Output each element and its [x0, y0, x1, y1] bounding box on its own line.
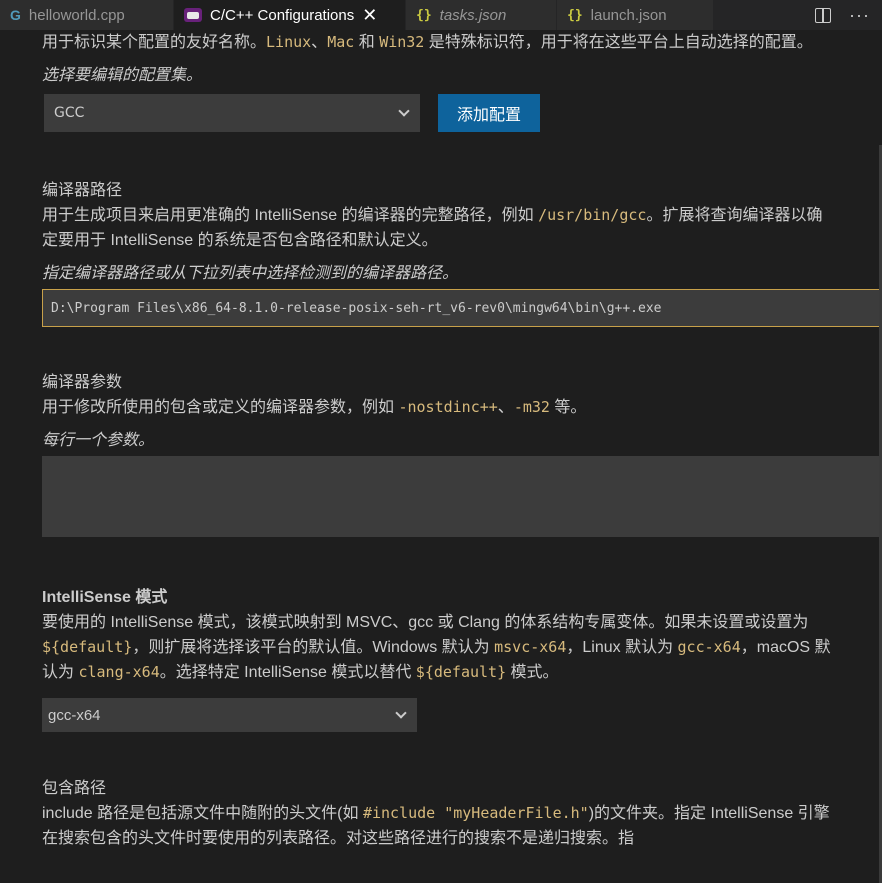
compiler-args-textarea[interactable] [42, 456, 882, 537]
tab-label: tasks.json [439, 6, 507, 24]
intellisense-mode-title: IntelliSense 模式 [42, 589, 168, 606]
tab-label: C/C++ Configurations [210, 6, 355, 24]
tab-label: helloworld.cpp [28, 6, 125, 24]
json-file-icon: {} [567, 7, 583, 23]
chevron-down-icon [395, 707, 407, 719]
include-path-description: include 路径是包括源文件中随附的头文件(如 #include "myHe… [42, 804, 830, 847]
tab-helloworld-cpp[interactable]: G helloworld.cpp [0, 0, 174, 30]
compiler-args-description: 用于修改所使用的包含或定义的编译器参数，例如 -nostdinc++、-m32 … [42, 398, 587, 416]
compiler-args-title: 编译器参数 [42, 374, 123, 391]
compiler-path-hint: 指定编译器路径或从下拉列表中选择检测到的编译器路径。 [42, 265, 459, 282]
editor-tab-bar: G helloworld.cpp C/C++ Configurations ✕ … [0, 0, 882, 30]
settings-content: 用于标识某个配置的友好名称。Linux、Mac 和 Win32 是特殊标识符，用… [42, 30, 882, 851]
more-actions-icon[interactable]: ··· [849, 6, 870, 24]
tab-launch-json[interactable]: {} launch.json [557, 0, 714, 30]
chevron-down-icon [398, 105, 410, 117]
json-file-icon: {} [416, 7, 432, 23]
config-select[interactable]: GCC [44, 94, 420, 132]
config-select-value: GCC [54, 105, 85, 121]
intellisense-mode-value: gcc-x64 [48, 706, 101, 724]
close-icon[interactable]: ✕ [362, 6, 377, 24]
add-configuration-button[interactable]: 添加配置 [438, 94, 540, 132]
tab-cpp-configurations[interactable]: C/C++ Configurations ✕ [174, 0, 406, 30]
vs-extension-icon [184, 8, 202, 22]
compiler-args-hint: 每行一个参数。 [42, 432, 155, 449]
config-select-hint: 选择要编辑的配置集。 [42, 67, 203, 84]
compiler-path-description: 用于生成项目来启用更准确的 IntelliSense 的编译器的完整路径，例如 … [42, 206, 823, 249]
intellisense-mode-select[interactable]: gcc-x64 [42, 698, 417, 732]
tab-label: launch.json [590, 6, 667, 24]
compiler-path-title: 编译器路径 [42, 182, 123, 199]
cpp-file-icon: G [10, 7, 21, 23]
intellisense-mode-description: 要使用的 IntelliSense 模式，该模式映射到 MSVC、gcc 或 C… [42, 614, 831, 681]
split-editor-icon[interactable] [815, 7, 832, 23]
tab-tasks-json[interactable]: {} tasks.json [406, 0, 557, 30]
config-name-description: 用于标识某个配置的友好名称。Linux、Mac 和 Win32 是特殊标识符，用… [42, 33, 813, 51]
compiler-path-input[interactable]: D:\Program Files\x86_64-8.1.0-release-po… [42, 289, 882, 327]
include-path-title: 包含路径 [42, 780, 107, 797]
editor-actions: ··· [803, 0, 882, 30]
